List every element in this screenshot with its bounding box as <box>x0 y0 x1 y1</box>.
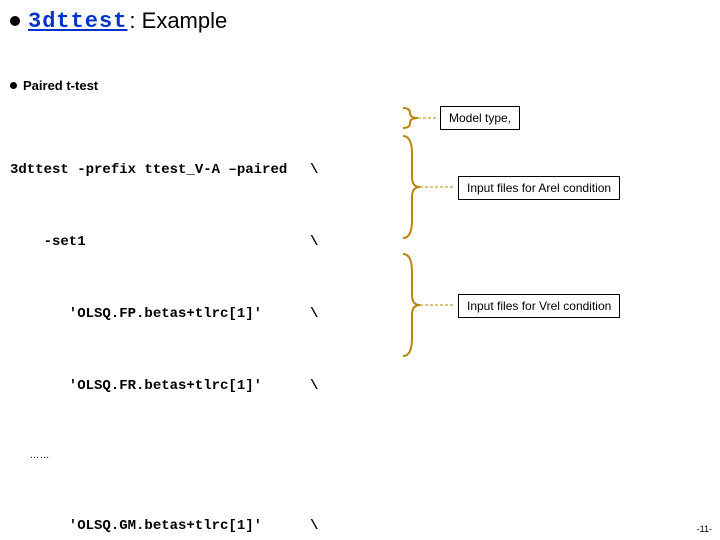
slide: 3dttest : Example Paired t-test 3dttest … <box>0 0 720 540</box>
subtitle: Paired t-test <box>23 78 98 93</box>
subtitle-row: Paired t-test <box>10 78 98 93</box>
code-text: 3dttest -prefix ttest_V-A –paired <box>10 158 310 182</box>
code-line: 'OLSQ.FP.betas+tlrc[1]'\ <box>10 302 324 326</box>
bullet-icon <box>10 16 20 26</box>
code-block: 3dttest -prefix ttest_V-A –paired\ -set1… <box>10 110 324 540</box>
code-text: 'OLSQ.FP.betas+tlrc[1]' <box>10 302 310 326</box>
bullet-icon <box>10 82 17 89</box>
backslash: \ <box>310 374 324 398</box>
title-command: 3dttest <box>28 9 127 34</box>
code-line: 'OLSQ.GM.betas+tlrc[1]'\ <box>10 514 324 538</box>
page-number: -11- <box>697 524 712 534</box>
callout-vrel: Input files for Vrel condition <box>458 294 620 318</box>
code-text: -set1 <box>10 230 310 254</box>
backslash: \ <box>310 514 324 538</box>
code-ellipsis: …… <box>10 446 324 466</box>
code-line: 'OLSQ.FR.betas+tlrc[1]'\ <box>10 374 324 398</box>
callout-model-type: Model type, <box>440 106 520 130</box>
code-text: 'OLSQ.GM.betas+tlrc[1]' <box>10 514 310 538</box>
code-line: 3dttest -prefix ttest_V-A –paired\ <box>10 158 324 182</box>
backslash: \ <box>310 158 324 182</box>
code-text: 'OLSQ.FR.betas+tlrc[1]' <box>10 374 310 398</box>
title-rest: : Example <box>129 8 227 34</box>
brace-icon <box>398 250 458 360</box>
brace-icon <box>398 132 458 242</box>
callout-arel: Input files for Arel condition <box>458 176 620 200</box>
title-row: 3dttest : Example <box>10 8 227 34</box>
backslash: \ <box>310 302 324 326</box>
code-line: -set1\ <box>10 230 324 254</box>
backslash: \ <box>310 230 324 254</box>
brace-icon <box>398 106 438 130</box>
